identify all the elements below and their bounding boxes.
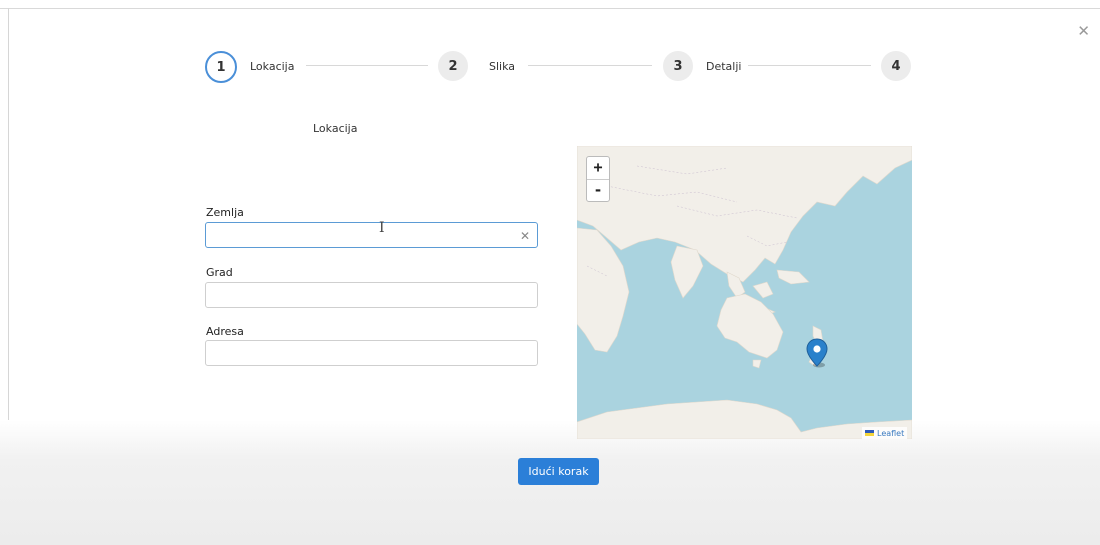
map[interactable]	[577, 146, 912, 439]
map-marker-icon	[806, 338, 828, 368]
section-title: Lokacija	[313, 122, 358, 135]
city-input[interactable]	[205, 282, 538, 308]
step-1-number: 1	[216, 59, 226, 75]
step-2-circle[interactable]: 2	[438, 51, 468, 81]
next-step-button[interactable]: Idući korak	[518, 458, 599, 485]
clear-icon[interactable]: ✕	[520, 229, 530, 243]
step-connector	[528, 65, 652, 66]
step-3-number: 3	[673, 58, 683, 74]
map-attribution[interactable]: Leaflet	[862, 427, 908, 439]
step-1-label: Lokacija	[250, 60, 295, 73]
step-connector	[306, 65, 428, 66]
flag-icon	[865, 430, 874, 436]
address-input[interactable]	[205, 340, 538, 366]
zoom-in-button[interactable]: +	[587, 157, 609, 179]
address-label: Adresa	[206, 325, 244, 338]
zoom-control: + -	[586, 156, 610, 202]
country-label: Zemlja	[206, 206, 244, 219]
step-4-number: 4	[891, 58, 901, 74]
country-input[interactable]	[205, 222, 538, 248]
step-3-circle[interactable]: 3	[663, 51, 693, 81]
step-3-label: Detalji	[706, 60, 742, 73]
text-cursor-icon: I	[379, 220, 385, 236]
map-tiles	[577, 146, 912, 439]
map-marker-icon[interactable]	[806, 338, 828, 372]
top-divider	[0, 8, 1100, 9]
city-label: Grad	[206, 266, 233, 279]
step-2-label: Slika	[489, 60, 516, 73]
close-icon[interactable]: ✕	[1077, 22, 1090, 40]
step-2-number: 2	[448, 58, 458, 74]
step-1-circle[interactable]: 1	[205, 51, 237, 83]
step-4-circle[interactable]: 4	[881, 51, 911, 81]
attribution-link[interactable]: Leaflet	[877, 429, 904, 438]
zoom-out-button[interactable]: -	[587, 179, 609, 201]
step-connector	[748, 65, 871, 66]
